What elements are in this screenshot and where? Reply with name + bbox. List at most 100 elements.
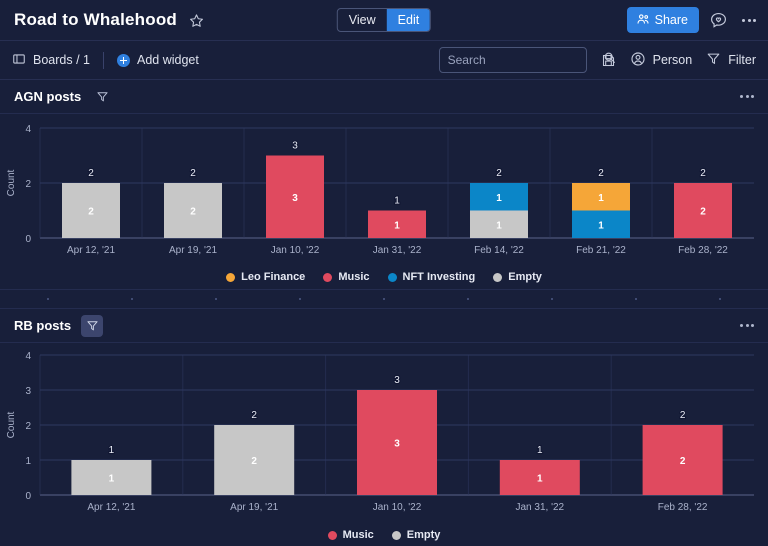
svg-text:3: 3 [25,386,31,397]
chart-rb-legend: Music Empty [0,524,768,546]
legend-item[interactable]: Music [327,529,374,541]
svg-text:Feb 21, '22: Feb 21, '22 [576,245,626,256]
share-button[interactable]: Share [626,7,699,33]
toolbar-right-actions: Person Filter [438,47,756,73]
widget-more-icon[interactable] [736,318,758,333]
svg-text:Count: Count [6,169,17,196]
svg-text:2: 2 [680,410,686,421]
widget-header: RB posts [0,309,768,343]
legend-color-dot [323,272,333,282]
boards-breadcrumb[interactable]: Boards / 1 [12,52,90,69]
share-label: Share [654,13,688,27]
svg-text:Apr 12, '21: Apr 12, '21 [67,245,115,256]
svg-text:Apr 12, '21: Apr 12, '21 [87,502,135,513]
widget-filter-icon[interactable] [91,86,113,108]
add-widget-button[interactable]: Add widget [116,53,199,67]
svg-text:1: 1 [394,220,400,231]
widget-title: AGN posts [14,89,82,104]
plus-circle-icon [116,53,130,67]
chart-agn-legend: Leo Finance Music NFT Investing Empty [0,265,768,289]
svg-text:1: 1 [109,445,115,456]
legend-color-dot [327,530,337,540]
star-outline-icon[interactable] [189,13,204,28]
legend-item[interactable]: NFT Investing [387,271,476,283]
filter-button[interactable]: Filter [706,51,756,69]
widget-agn-posts: AGN posts 0 2 4 Count 2 2 Apr 12, '21 2 2 Apr 19,… [0,80,768,289]
svg-text:2: 2 [680,456,686,467]
more-horizontal-icon[interactable] [738,15,760,26]
svg-text:2: 2 [25,179,31,190]
people-icon [636,12,650,29]
widget-resize-handle[interactable] [0,289,768,309]
chart-rb-posts: 0 1 2 3 4 Count 1 1 Apr 12, '21 2 2 Apr 19, '21 3 3 Ja… [0,343,768,546]
svg-text:1: 1 [537,445,543,456]
svg-text:2: 2 [598,168,604,179]
svg-text:Feb 14, '22: Feb 14, '22 [474,245,524,256]
svg-text:3: 3 [394,375,400,386]
edit-segment[interactable]: Edit [386,9,431,31]
legend-color-dot [391,530,401,540]
svg-text:3: 3 [394,439,400,450]
chat-heart-icon[interactable] [709,11,728,30]
toolbar-divider [102,51,104,69]
svg-text:Feb 28, '22: Feb 28, '22 [678,245,728,256]
svg-text:2: 2 [25,421,31,432]
svg-text:2: 2 [496,168,502,179]
secondary-toolbar: Boards / 1 Add widget Pe [0,40,768,80]
funnel-icon [706,51,721,69]
search-input[interactable] [447,53,603,67]
view-segment[interactable]: View [338,9,387,31]
svg-text:2: 2 [700,168,706,179]
floppy-save-icon[interactable] [601,53,616,68]
svg-text:2: 2 [251,410,257,421]
board-icon [12,52,26,69]
svg-text:Apr 19, '21: Apr 19, '21 [230,502,278,513]
legend-label: Leo Finance [241,271,306,283]
svg-text:2: 2 [88,207,94,218]
legend-label: Music [342,529,374,541]
search-box[interactable] [438,47,615,73]
svg-text:1: 1 [394,196,400,207]
svg-text:4: 4 [25,351,31,362]
svg-text:1: 1 [598,193,604,204]
widget-rb-posts: RB posts 0 1 2 3 4 Count 1 1 Apr 12, '21 2 2 Apr 19… [0,309,768,546]
svg-text:1: 1 [537,474,543,485]
top-bar: Road to Whalehood View Edit Share [0,0,768,40]
legend-item[interactable]: Music [323,271,370,283]
legend-item[interactable]: Empty [391,529,440,541]
legend-color-dot [226,272,236,282]
top-bar-actions: Share [626,7,760,33]
svg-text:1: 1 [598,220,604,231]
person-label: Person [652,53,693,67]
svg-text:2: 2 [700,207,706,218]
svg-text:0: 0 [25,491,31,502]
legend-item[interactable]: Leo Finance [226,271,305,283]
chart-agn-svg: 0 2 4 Count 2 2 Apr 12, '21 2 2 Apr 19, '21 3 3 Jan … [6,124,754,256]
legend-label: Empty [508,271,542,283]
boards-label: Boards / 1 [33,53,90,67]
svg-text:Jan 31, '22: Jan 31, '22 [515,502,564,513]
svg-text:2: 2 [251,456,257,467]
svg-text:3: 3 [292,141,298,152]
svg-text:3: 3 [292,193,298,204]
legend-color-dot [493,272,503,282]
page-title: Road to Whalehood [14,10,177,29]
svg-text:0: 0 [25,234,31,245]
svg-text:Jan 10, '22: Jan 10, '22 [271,245,320,256]
legend-label: NFT Investing [402,271,476,283]
svg-text:Jan 31, '22: Jan 31, '22 [373,245,422,256]
svg-text:Apr 19, '21: Apr 19, '21 [169,245,217,256]
svg-text:Feb 28, '22: Feb 28, '22 [658,502,708,513]
legend-item[interactable]: Empty [493,271,542,283]
person-filter-button[interactable]: Person [630,51,693,70]
widget-more-icon[interactable] [736,89,758,104]
svg-text:2: 2 [190,168,196,179]
view-edit-toggle[interactable]: View Edit [336,8,432,32]
widget-title: RB posts [14,318,72,333]
svg-text:1: 1 [25,456,31,467]
person-circle-icon [630,51,646,70]
svg-text:Count: Count [6,411,17,438]
widget-filter-icon[interactable] [81,314,104,337]
widget-header: AGN posts [0,80,768,114]
svg-text:1: 1 [496,193,502,204]
